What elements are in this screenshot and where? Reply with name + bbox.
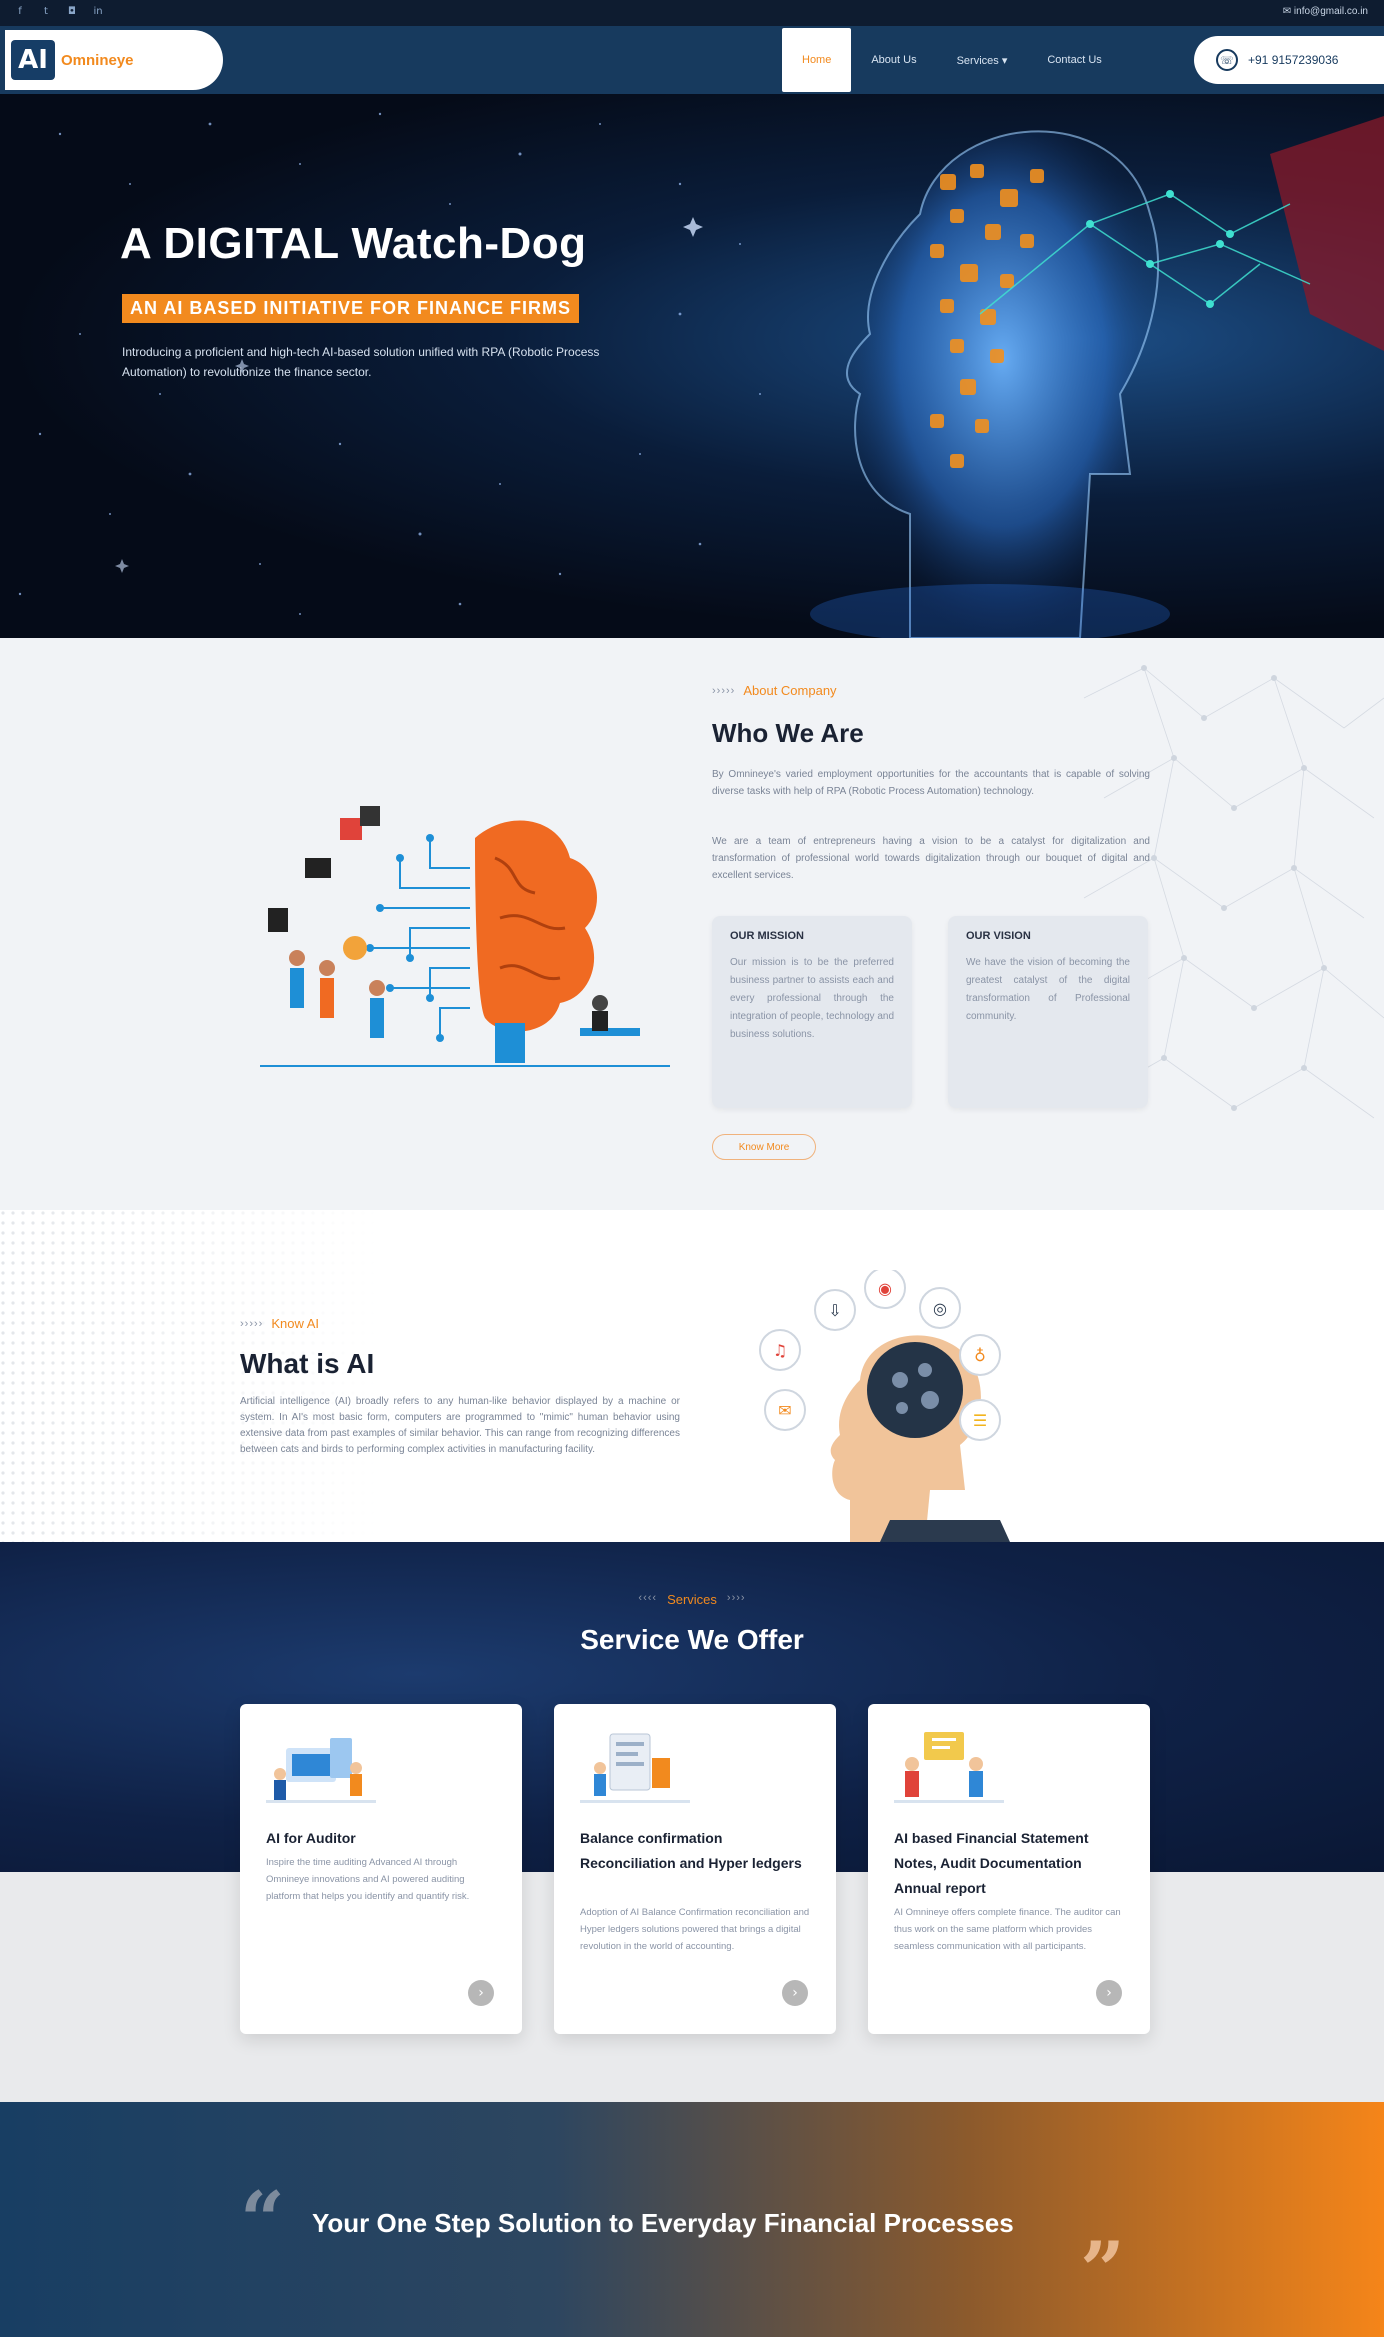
phone-icon: ☏ [1216, 49, 1238, 71]
reconciliation-illustration [580, 1733, 690, 1803]
nav-services[interactable]: Services ▾ [937, 26, 1028, 94]
phone-number: +91 9157239036 [1248, 53, 1339, 67]
eyebrow-dots-left: ‹‹‹‹ [638, 1592, 658, 1604]
close-quote-icon: ” [1080, 2225, 1125, 2316]
service-title: Balance confirmation Reconciliation and … [580, 1830, 802, 1871]
nav-home[interactable]: Home [782, 28, 852, 92]
about-paragraph-1: By Omnineye's varied employment opportun… [712, 769, 1150, 797]
service-card-balance-confirmation[interactable]: Balance confirmation Reconciliation and … [554, 1704, 836, 2034]
service-card-financial-statement[interactable]: AI based Financial Statement Notes, Audi… [868, 1704, 1150, 2034]
eyebrow-dots: ››››› [712, 684, 736, 697]
service-card-ai-auditor[interactable]: AI for Auditor Inspire the time auditing… [240, 1704, 522, 2034]
banner-text: Your One Step Solution to Everyday Finan… [312, 2208, 1014, 2238]
svg-text:✉: ✉ [778, 1401, 791, 1420]
ai-eyebrow: ››››› Know AI [240, 1316, 319, 1331]
know-more-button[interactable]: Know More [712, 1134, 816, 1160]
services-section: ‹‹‹‹ Services ›››› Service We Offer AI f… [0, 1542, 1384, 2102]
svg-text:♫: ♫ [773, 1341, 787, 1360]
mission-card: OUR MISSION Our mission is to be the pre… [712, 916, 912, 1108]
services-title: Service We Offer [580, 1624, 804, 1655]
ai-brain-illustration [260, 806, 670, 1067]
service-text: Adoption of AI Balance Confirmation reco… [580, 1907, 810, 1952]
hero-title: A DIGITAL Watch-Dog [120, 219, 587, 268]
svg-text:☰: ☰ [973, 1411, 987, 1430]
open-quote-icon: “ [240, 2175, 285, 2266]
service-text: Inspire the time auditing Advanced AI th… [266, 1857, 470, 1902]
hero-description: Introducing a proficient and high-tech A… [122, 345, 600, 379]
service-text: AI Omnineye offers complete finance. The… [894, 1907, 1121, 1952]
phone-button[interactable]: ☏ +91 9157239036 [1194, 36, 1384, 84]
auditor-illustration [266, 1738, 376, 1803]
vision-title: OUR VISION [966, 930, 1031, 942]
arrow-right-icon[interactable]: › [782, 1980, 808, 2006]
eyebrow-label: About Company [743, 683, 837, 698]
navbar: AI Omnineye Home About Us Services ▾ Con… [0, 26, 1384, 94]
top-email[interactable]: ✉ info@gmail.co.in [1283, 6, 1368, 17]
financial-statement-illustration [894, 1732, 1004, 1803]
instagram-icon[interactable]: ◘ [66, 6, 78, 18]
ai-description: Artificial intelligence (AI) broadly ref… [240, 1396, 680, 1455]
services-eyebrow: ‹‹‹‹ Services ›››› [0, 1592, 1384, 1607]
about-section: ››››› About Company Who We Are By Omnine… [0, 638, 1384, 1210]
vision-text: We have the vision of becoming the great… [966, 957, 1130, 1022]
eyebrow-dots-right: ›››› [726, 1592, 746, 1604]
twitter-icon[interactable]: t [40, 6, 52, 18]
mission-title: OUR MISSION [730, 930, 804, 942]
eyebrow-label: Services [667, 1592, 717, 1607]
svg-text:♁: ♁ [974, 1346, 986, 1365]
svg-text:◉: ◉ [878, 1279, 892, 1298]
svg-text:⇩: ⇩ [828, 1301, 841, 1320]
service-title: AI for Auditor [266, 1830, 356, 1846]
linkedin-icon[interactable]: in [92, 6, 104, 18]
hero-tagline: AN AI BASED INITIATIVE FOR FINANCE FIRMS [122, 294, 580, 323]
main-nav: Home About Us Services ▾ Contact Us [782, 26, 1122, 94]
logo[interactable]: AI Omnineye [5, 30, 223, 90]
about-eyebrow: ››››› About Company [712, 683, 837, 698]
arrow-right-icon[interactable]: › [1096, 1980, 1122, 2006]
about-title: Who We Are [712, 718, 864, 748]
logo-mark: AI [11, 40, 55, 80]
nav-contact-us[interactable]: Contact Us [1027, 26, 1121, 94]
ai-title: What is AI [240, 1348, 375, 1379]
mission-text: Our mission is to be the preferred busin… [730, 957, 895, 1040]
logo-text: Omnineye [61, 51, 134, 69]
mail-icon: ✉ [1282, 6, 1294, 17]
svg-text:◎: ◎ [933, 1299, 947, 1318]
ai-head-icons-illustration: ⇩ ◉ ◎ ♁ ☰ ♫ ✉ [759, 1270, 1010, 1542]
nav-about-us[interactable]: About Us [851, 26, 936, 94]
eyebrow-dots: ››››› [240, 1317, 264, 1330]
service-title: AI based Financial Statement Notes, Audi… [894, 1830, 1089, 1896]
vision-card: OUR VISION We have the vision of becomin… [948, 916, 1148, 1108]
about-paragraph-2: We are a team of entrepreneurs having a … [712, 836, 1150, 881]
facebook-icon[interactable]: f [14, 6, 26, 18]
top-bar: f t ◘ in ✉ info@gmail.co.in [0, 0, 1384, 26]
ai-head-illustration [810, 116, 1384, 638]
hero-section: A DIGITAL Watch-Dog AN AI BASED INITIATI… [0, 94, 1384, 638]
what-is-ai-section: ››››› Know AI What is AI Artificial inte… [0, 1210, 1384, 1542]
cta-banner: “ Your One Step Solution to Everyday Fin… [0, 2102, 1384, 2337]
eyebrow-label: Know AI [271, 1316, 320, 1331]
arrow-right-icon[interactable]: › [468, 1980, 494, 2006]
social-links: f t ◘ in [14, 6, 104, 18]
